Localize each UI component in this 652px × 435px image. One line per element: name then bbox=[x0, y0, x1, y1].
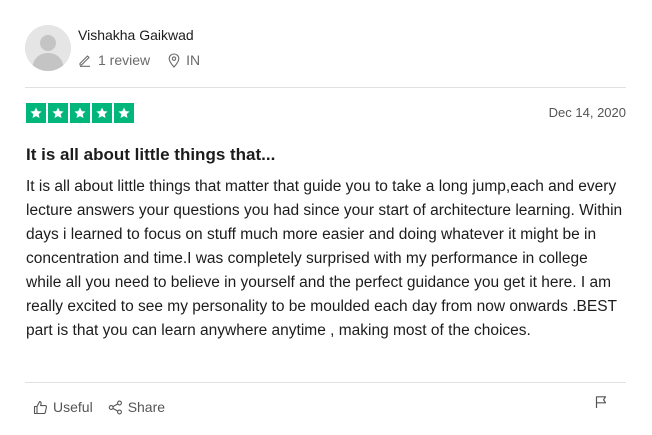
useful-label: Useful bbox=[53, 399, 93, 415]
star-icon bbox=[26, 103, 46, 123]
review-card: Vishakha Gaikwad 1 review IN Dec 14, 202… bbox=[0, 0, 652, 435]
star-icon bbox=[114, 103, 134, 123]
review-date: Dec 14, 2020 bbox=[548, 105, 626, 120]
review-actions: Useful Share bbox=[33, 399, 165, 415]
thumbs-up-icon bbox=[33, 400, 48, 415]
share-label: Share bbox=[127, 399, 166, 415]
review-title[interactable]: It is all about little things that... bbox=[26, 145, 275, 165]
avatar[interactable] bbox=[25, 25, 71, 71]
map-pin-icon bbox=[168, 52, 180, 68]
share-icon bbox=[108, 400, 123, 415]
star-icon bbox=[48, 103, 68, 123]
country-code: IN bbox=[186, 52, 201, 68]
header-divider bbox=[25, 87, 626, 88]
star-rating bbox=[26, 103, 134, 123]
useful-button[interactable]: Useful bbox=[33, 399, 93, 415]
reviewer-name[interactable]: Vishakha Gaikwad bbox=[78, 27, 194, 43]
reviewer-meta: 1 review IN bbox=[78, 51, 200, 69]
reviews-count: 1 review bbox=[98, 52, 151, 68]
report-flag-button[interactable] bbox=[594, 395, 608, 414]
review-body: It is all about little things that matte… bbox=[26, 178, 623, 339]
footer-divider bbox=[25, 382, 626, 383]
user-silhouette-icon bbox=[25, 25, 71, 71]
flag-icon bbox=[595, 396, 607, 408]
pencil-icon bbox=[78, 53, 92, 67]
star-icon bbox=[92, 103, 112, 123]
share-button[interactable]: Share bbox=[108, 399, 165, 415]
star-icon bbox=[70, 103, 90, 123]
